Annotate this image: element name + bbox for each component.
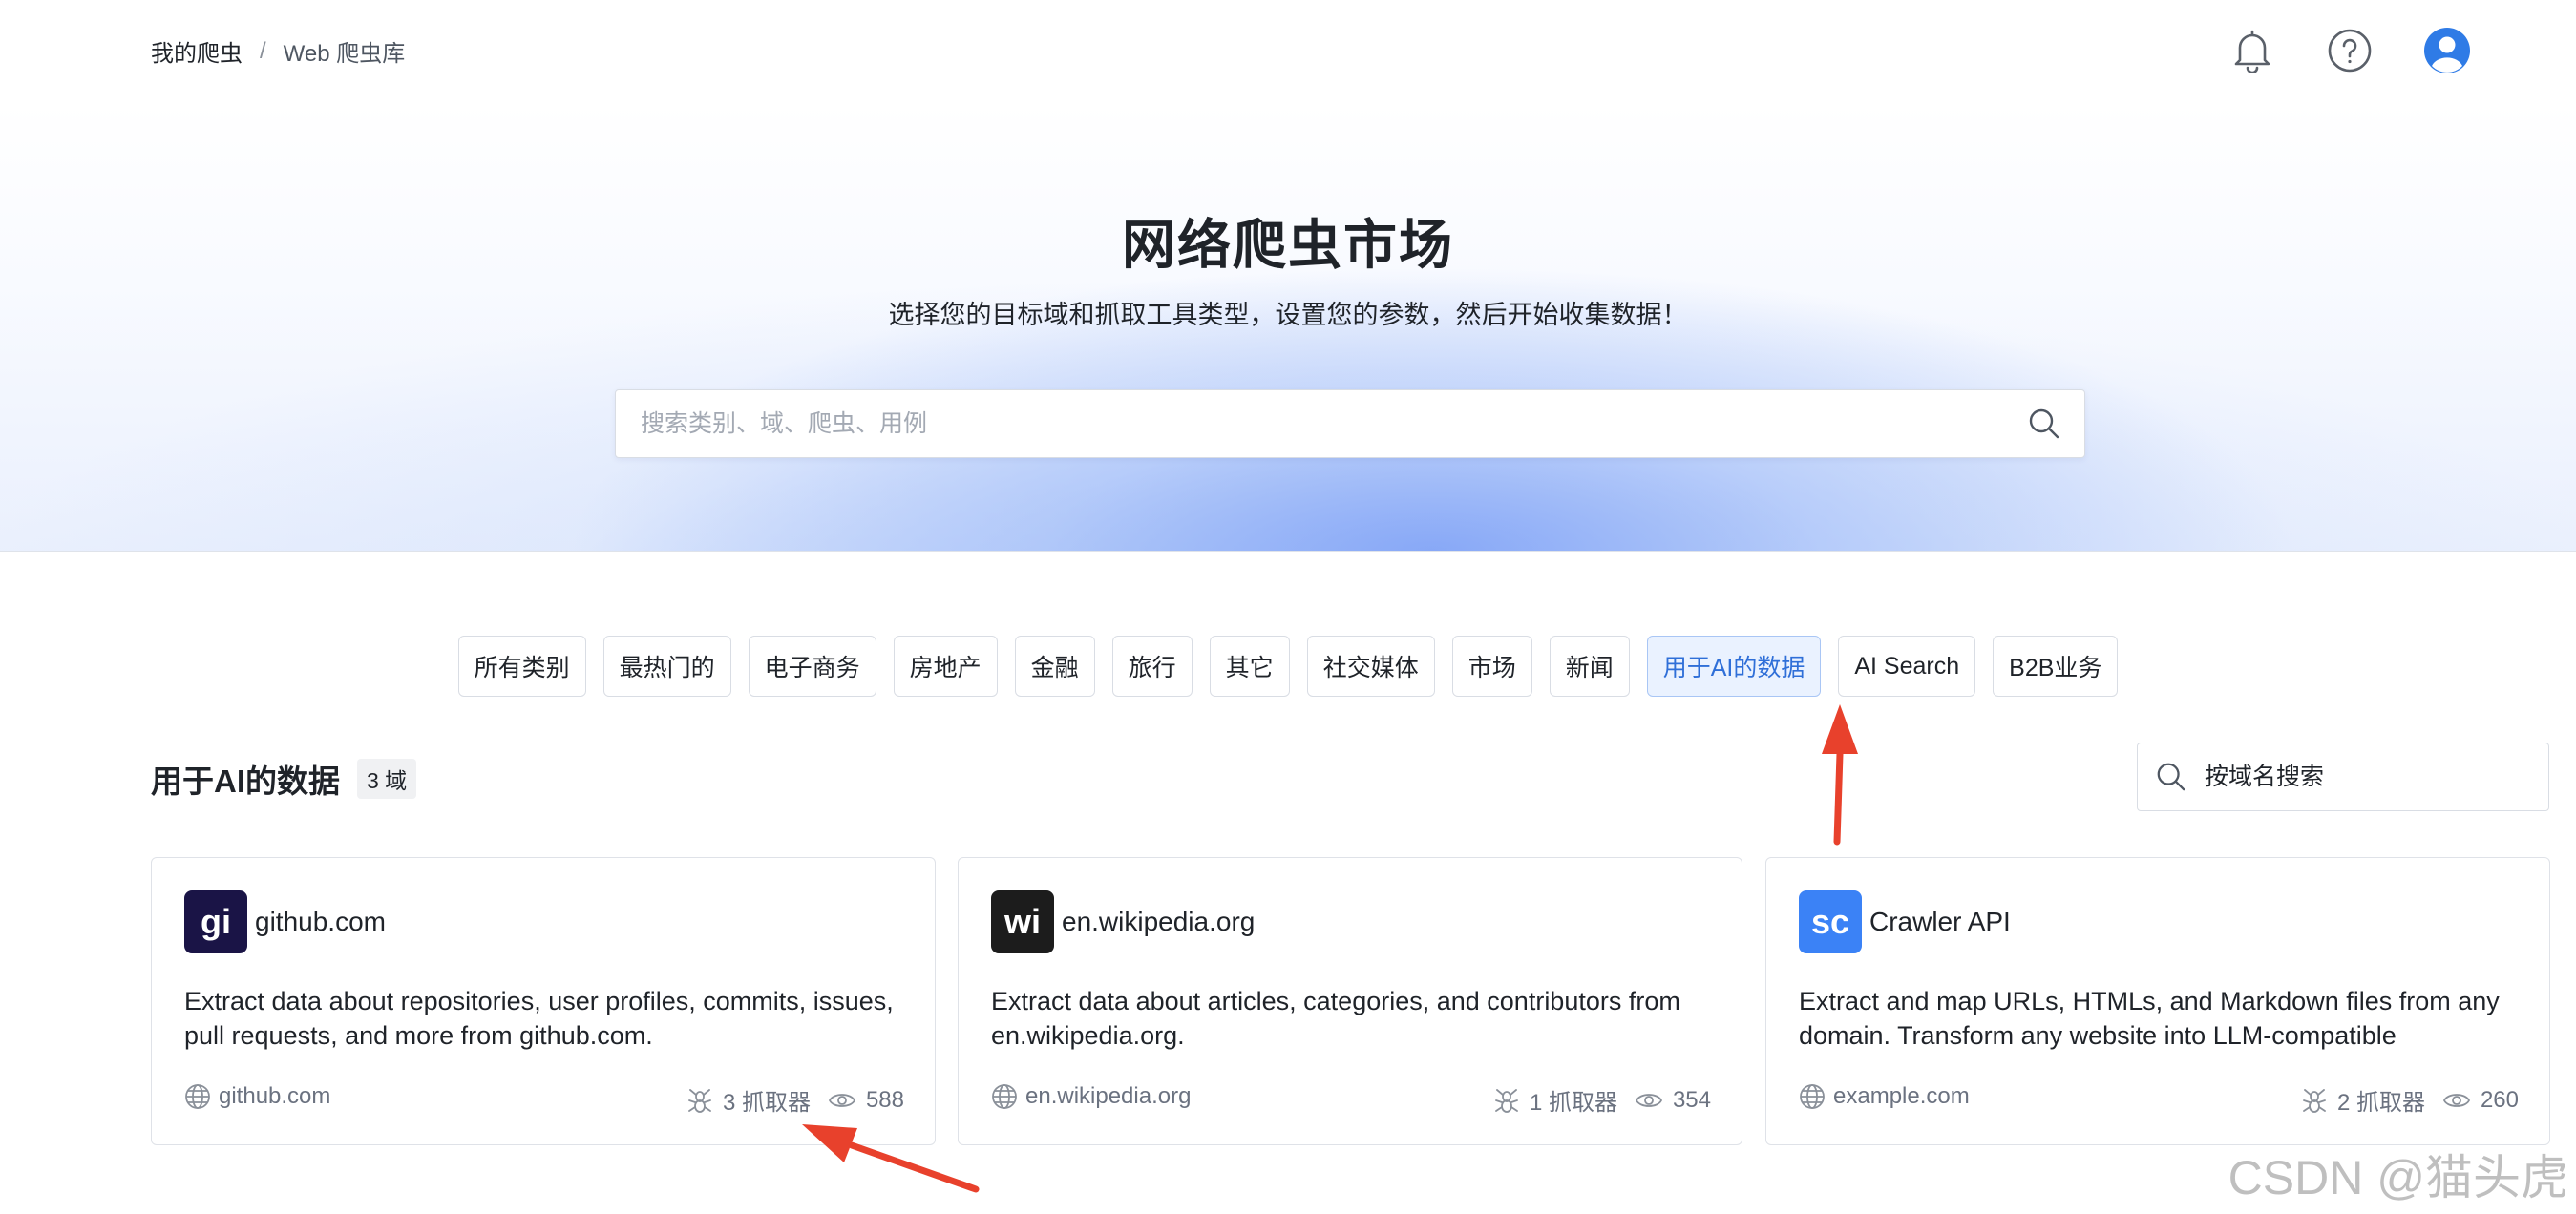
card-header: sc Crawler API bbox=[1799, 890, 2011, 953]
globe-icon bbox=[184, 1083, 211, 1110]
category-chip-other[interactable]: 其它 bbox=[1209, 636, 1290, 697]
hero-banner: 网络爬虫市场 选择您的目标域和抓取工具类型，设置您的参数，然后开始收集数据！ bbox=[0, 103, 2576, 552]
domain-url: example.com bbox=[1833, 1083, 1970, 1109]
help-circle-icon[interactable] bbox=[2326, 27, 2374, 74]
category-chip-social-media[interactable]: 社交媒体 bbox=[1306, 636, 1435, 697]
top-bar: 我的爬虫 / Web 爬虫库 bbox=[0, 0, 2576, 103]
category-chip-news[interactable]: 新闻 bbox=[1549, 636, 1630, 697]
section-heading: 用于AI的数据 3 域 bbox=[151, 756, 417, 802]
card-stats: 2 抓取器 260 bbox=[2301, 1083, 2519, 1117]
scraper-count: 3 抓取器 bbox=[722, 1090, 811, 1116]
category-chip-ai-data[interactable]: 用于AI的数据 bbox=[1646, 636, 1822, 697]
user-avatar-icon[interactable] bbox=[2423, 27, 2471, 74]
scraper-count: 2 抓取器 bbox=[2336, 1090, 2425, 1116]
globe-icon bbox=[1799, 1083, 1826, 1110]
breadcrumb-current: Web 爬虫库 bbox=[283, 41, 406, 67]
breadcrumb-root[interactable]: 我的爬虫 bbox=[151, 34, 243, 68]
view-count: 354 bbox=[1672, 1086, 1711, 1113]
domain-description: Extract data about repositories, user pr… bbox=[184, 987, 894, 1050]
category-filter: 所有类别 最热门的 电子商务 房地产 金融 旅行 其它 社交媒体 市场 新闻 用… bbox=[0, 636, 2576, 697]
page-title: 网络爬虫市场 bbox=[1122, 215, 1454, 275]
eye-icon bbox=[2442, 1090, 2471, 1111]
domain-name: Crawler API bbox=[1869, 907, 2011, 936]
category-chip-ecommerce[interactable]: 电子商务 bbox=[748, 636, 876, 697]
category-chip-popular[interactable]: 最热门的 bbox=[602, 636, 731, 697]
header-actions bbox=[2228, 27, 2471, 74]
card-stats: 1 抓取器 354 bbox=[1493, 1083, 1711, 1117]
breadcrumb-separator: / bbox=[260, 37, 266, 64]
category-chip-finance[interactable]: 金融 bbox=[1014, 636, 1095, 697]
eye-icon bbox=[1635, 1090, 1663, 1111]
category-chip-b2b[interactable]: B2B业务 bbox=[1993, 636, 2119, 697]
search-icon bbox=[2138, 761, 2205, 793]
view-count: 588 bbox=[865, 1086, 904, 1113]
globe-icon bbox=[991, 1083, 1018, 1110]
card-domain: example.com bbox=[1799, 1083, 1970, 1110]
bell-icon[interactable] bbox=[2228, 27, 2276, 74]
domain-avatar: wi bbox=[991, 890, 1054, 953]
watermark: CSDN @猫头虎 bbox=[2228, 1151, 2568, 1204]
card-stats: 3 抓取器 588 bbox=[686, 1083, 904, 1117]
marketplace-search bbox=[615, 389, 2085, 458]
domain-name: github.com bbox=[255, 907, 386, 936]
card-domain: github.com bbox=[184, 1083, 330, 1110]
card-domain: en.wikipedia.org bbox=[991, 1083, 1191, 1110]
category-chip-all[interactable]: 所有类别 bbox=[457, 636, 586, 697]
domain-avatar: sc bbox=[1799, 890, 1862, 953]
domain-search-input[interactable] bbox=[2205, 763, 2548, 791]
domain-url: github.com bbox=[219, 1083, 331, 1109]
breadcrumb: 我的爬虫 / Web 爬虫库 bbox=[151, 34, 405, 68]
category-chip-real-estate[interactable]: 房地产 bbox=[893, 636, 998, 697]
domain-card-wikipedia[interactable]: wi en.wikipedia.org Extract data about a… bbox=[958, 857, 1742, 1145]
search-icon[interactable] bbox=[2004, 390, 2084, 457]
category-chip-ai-search[interactable]: AI Search bbox=[1838, 636, 1976, 697]
domain-count-badge: 3 域 bbox=[357, 759, 417, 799]
marketplace-search-input[interactable] bbox=[616, 390, 2004, 457]
domain-url: en.wikipedia.org bbox=[1025, 1083, 1192, 1109]
annotation-arrow-up bbox=[1822, 704, 1858, 846]
eye-icon bbox=[828, 1090, 856, 1111]
category-chip-market[interactable]: 市场 bbox=[1451, 636, 1532, 697]
domain-description: Extract data about articles, categories,… bbox=[991, 987, 1680, 1050]
view-count: 260 bbox=[2480, 1086, 2519, 1113]
spider-icon bbox=[686, 1086, 713, 1115]
card-header: gi github.com bbox=[184, 890, 386, 953]
spider-icon bbox=[2301, 1086, 2328, 1115]
page-subtitle: 选择您的目标域和抓取工具类型，设置您的参数，然后开始收集数据！ bbox=[888, 301, 1688, 329]
domain-avatar: gi bbox=[184, 890, 247, 953]
domain-description: Extract and map URLs, HTMLs, and Markdow… bbox=[1799, 987, 2500, 1050]
scraper-count: 1 抓取器 bbox=[1529, 1090, 1617, 1116]
domain-card-github[interactable]: gi github.com Extract data about reposit… bbox=[151, 857, 936, 1145]
spider-icon bbox=[1493, 1086, 1520, 1115]
category-chip-travel[interactable]: 旅行 bbox=[1111, 636, 1193, 697]
domain-search bbox=[2137, 743, 2549, 811]
domain-card-crawler-api[interactable]: sc Crawler API Extract and map URLs, HTM… bbox=[1765, 857, 2550, 1145]
domain-name: en.wikipedia.org bbox=[1062, 907, 1256, 936]
card-header: wi en.wikipedia.org bbox=[991, 890, 1255, 953]
section-title: 用于AI的数据 bbox=[151, 764, 340, 799]
